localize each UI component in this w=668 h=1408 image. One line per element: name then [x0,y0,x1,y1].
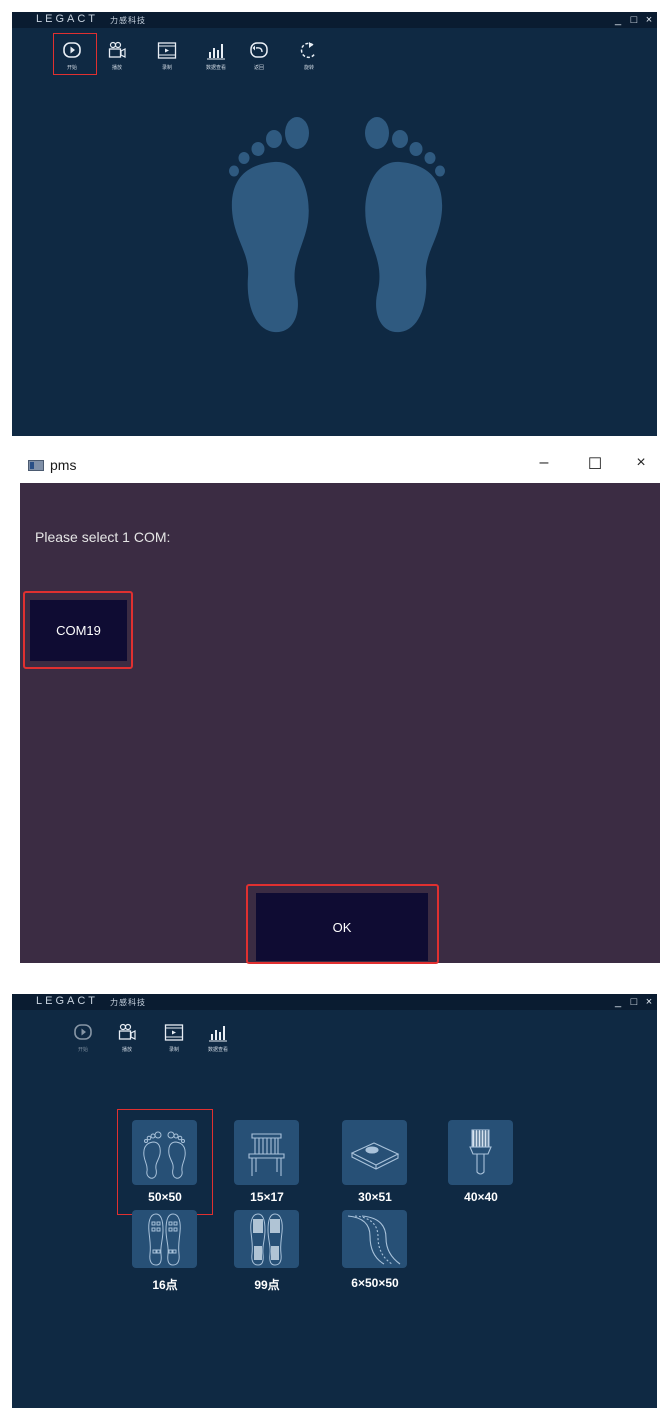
brand-logo: LEGACT [36,995,99,1007]
title-bar: LEGACT 力感科技 _ □ × [12,994,657,1010]
brand-logo: LEGACT [36,13,99,25]
bar-chart-icon [209,1026,227,1042]
sensor-tile-15x17[interactable] [234,1120,299,1185]
toolbar-record-button[interactable]: 录制 [153,1021,195,1061]
sensor-label: 30×51 [358,1190,392,1204]
track-icon [347,1215,401,1265]
brand-subtitle: 力感科技 [110,998,146,1007]
close-button[interactable]: × [631,454,651,472]
film-record-icon [157,42,177,59]
toolbar-label: 录制 [168,1047,179,1053]
sensor-label: 99点 [254,1278,280,1292]
sensor-tile-30x51[interactable] [342,1120,407,1185]
dialog-title-bar: pms – ☐ × [20,448,660,483]
rotate-icon [300,42,316,59]
minimize-button[interactable]: _ [611,12,625,28]
toolbar-record-button[interactable]: 录制 [146,39,188,79]
toolbar-label: 数据查看 [207,1047,228,1053]
brand-subtitle: 力感科技 [110,16,146,25]
video-camera-icon [118,1023,136,1040]
sensor-label: 15×17 [250,1190,284,1204]
toolbar-label: 旋转 [303,65,314,71]
toolbar-label: 开始 [77,1047,88,1053]
toolbar-label: 数据查看 [205,65,226,71]
sensor-highlight-box [117,1109,213,1215]
toolbar-back-button[interactable]: 返回 [238,39,280,79]
close-button[interactable]: × [642,994,656,1010]
toolbar-label: 播放 [121,1047,132,1053]
brush-icon [469,1129,492,1175]
toolbar-start-button[interactable]: 开始 [62,1021,104,1061]
minimize-button[interactable]: – [534,454,554,472]
toolbar-rotate-button[interactable]: 旋转 [288,39,330,79]
film-record-icon [164,1024,184,1041]
toolbar-play-button[interactable]: 播放 [96,39,138,79]
insole-99-icon [250,1213,283,1266]
sensor-tile-99-point[interactable] [234,1210,299,1268]
com-highlight-box [23,591,133,669]
bar-chart-icon [207,44,225,60]
toolbar-label: 播放 [111,65,122,71]
sensor-tile-40x40[interactable] [448,1120,513,1185]
com-prompt: Please select 1 COM: [35,529,171,545]
toolbar-play-button[interactable]: 播放 [106,1021,148,1061]
title-bar: LEGACT 力感科技 _ □ × [12,12,657,28]
footprints-icon [229,117,445,333]
chair-icon [248,1133,285,1176]
app-icon [28,460,44,471]
app-window-main: LEGACT 力感科技 _ □ × 开始 播放 录制 数据查看 返回 旋转 [12,12,657,436]
sensor-label: 16点 [152,1278,178,1292]
start-highlight-box [53,33,97,75]
app-window-sensor-select: LEGACT 力感科技 _ □ × 开始 播放 录制 数据查看 50×50 15… [12,994,657,1408]
pms-dialog: pms – ☐ × Please select 1 COM: COM19 OK [20,448,660,964]
sensor-label: 6×50×50 [351,1276,399,1290]
maximize-button[interactable]: ☐ [585,454,605,474]
toolbar-label: 返回 [253,65,264,71]
sensor-tile-16-point[interactable] [132,1210,197,1268]
cushion-icon [350,1142,400,1170]
toolbar-label: 录制 [161,65,172,71]
minimize-button[interactable]: _ [611,994,625,1010]
toolbar-data-view-button[interactable]: 数据查看 [197,1021,239,1061]
insole-16-icon [148,1213,181,1266]
maximize-button[interactable]: □ [627,994,641,1010]
sensor-tile-6x50x50[interactable] [342,1210,407,1268]
maximize-button[interactable]: □ [627,12,641,28]
sensor-label: 40×40 [464,1190,498,1204]
play-circle-icon [74,1024,92,1040]
close-button[interactable]: × [642,12,656,28]
dialog-body: Please select 1 COM: COM19 OK [20,483,660,964]
ok-highlight-box [246,884,439,964]
back-arrow-icon [250,42,268,58]
dialog-title: pms [50,457,77,473]
video-camera-icon [108,41,126,58]
toolbar-data-view-button[interactable]: 数据查看 [195,39,237,79]
